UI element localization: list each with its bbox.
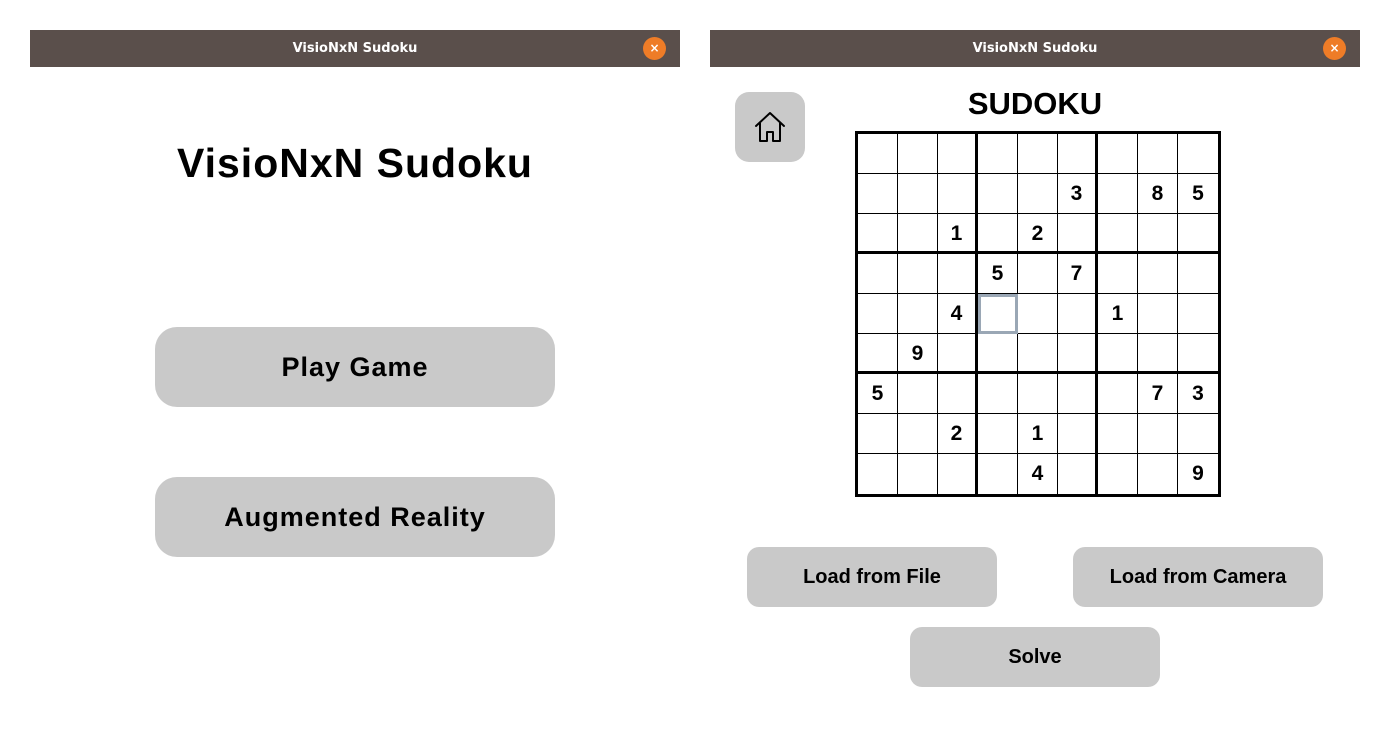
sudoku-cell[interactable] [978,294,1018,334]
sudoku-cell[interactable] [1098,214,1138,254]
sudoku-cell[interactable] [1018,254,1058,294]
sudoku-cell[interactable] [1058,454,1098,494]
window-titlebar[interactable]: VisioNxN Sudoku × [710,30,1360,67]
sudoku-cell[interactable] [858,414,898,454]
sudoku-cell[interactable]: 5 [1178,174,1218,214]
sudoku-cell[interactable] [1178,334,1218,374]
sudoku-heading: SUDOKU [967,86,1103,121]
main-menu-window: VisioNxN Sudoku × VisioNxN Sudoku Play G… [30,30,680,747]
sudoku-cell[interactable] [858,294,898,334]
augmented-reality-button[interactable]: Augmented Reality [155,477,555,557]
sudoku-cell[interactable] [858,174,898,214]
load-from-file-button[interactable]: Load from File [747,547,997,607]
sudoku-cell[interactable] [938,134,978,174]
sudoku-cell[interactable]: 8 [1138,174,1178,214]
sudoku-cell[interactable] [898,414,938,454]
sudoku-cell[interactable] [978,374,1018,414]
sudoku-cell[interactable]: 2 [1018,214,1058,254]
sudoku-cell[interactable] [1138,334,1178,374]
sudoku-window: VisioNxN Sudoku × SUDOKU 385125741957321… [710,30,1360,747]
sudoku-cell[interactable]: 3 [1178,374,1218,414]
sudoku-cell[interactable]: 2 [938,414,978,454]
sudoku-cell[interactable] [1098,174,1138,214]
sudoku-cell[interactable] [858,254,898,294]
app-title: VisioNxN Sudoku [177,140,533,186]
sudoku-cell[interactable] [1178,254,1218,294]
sudoku-cell[interactable] [1138,454,1178,494]
sudoku-cell[interactable] [1098,454,1138,494]
sudoku-cell[interactable]: 5 [858,374,898,414]
sudoku-cell[interactable] [1018,294,1058,334]
sudoku-cell[interactable] [978,414,1018,454]
sudoku-cell[interactable] [898,254,938,294]
sudoku-cell[interactable] [1178,214,1218,254]
sudoku-grid: 38512574195732149 [855,131,1221,497]
sudoku-cell[interactable]: 7 [1058,254,1098,294]
sudoku-cell[interactable] [938,454,978,494]
sudoku-cell[interactable] [978,454,1018,494]
sudoku-cell[interactable] [1098,374,1138,414]
sudoku-cell[interactable] [858,214,898,254]
sudoku-cell[interactable] [1138,134,1178,174]
sudoku-cell[interactable] [978,134,1018,174]
window-title: VisioNxN Sudoku [292,41,418,56]
solve-button[interactable]: Solve [910,627,1160,687]
sudoku-cell[interactable] [898,454,938,494]
sudoku-cell[interactable] [1098,254,1138,294]
sudoku-cell[interactable] [858,454,898,494]
sudoku-cell[interactable] [1058,414,1098,454]
sudoku-cell[interactable] [1138,254,1178,294]
sudoku-cell[interactable]: 4 [1018,454,1058,494]
sudoku-cell[interactable]: 9 [898,334,938,374]
sudoku-cell[interactable] [1178,294,1218,334]
sudoku-cell[interactable]: 1 [938,214,978,254]
sudoku-cell[interactable] [858,134,898,174]
sudoku-cell[interactable] [978,174,1018,214]
sudoku-cell[interactable] [1058,294,1098,334]
sudoku-cell[interactable] [978,334,1018,374]
sudoku-cell[interactable] [1058,134,1098,174]
sudoku-cell[interactable] [1018,334,1058,374]
sudoku-cell[interactable] [938,374,978,414]
sudoku-cell[interactable] [1178,134,1218,174]
sudoku-cell[interactable] [1058,374,1098,414]
sudoku-cell[interactable]: 5 [978,254,1018,294]
sudoku-cell[interactable] [1058,334,1098,374]
sudoku-cell[interactable] [1098,334,1138,374]
window-title: VisioNxN Sudoku [972,41,1098,56]
sudoku-cell[interactable] [898,374,938,414]
sudoku-cell[interactable]: 9 [1178,454,1218,494]
window-titlebar[interactable]: VisioNxN Sudoku × [30,30,680,67]
sudoku-cell[interactable] [938,174,978,214]
sudoku-cell[interactable] [1018,134,1058,174]
sudoku-cell[interactable] [898,174,938,214]
sudoku-cell[interactable]: 4 [938,294,978,334]
sudoku-cell[interactable] [1018,374,1058,414]
sudoku-cell[interactable]: 1 [1018,414,1058,454]
play-game-button[interactable]: Play Game [155,327,555,407]
sudoku-cell[interactable]: 3 [1058,174,1098,214]
sudoku-cell[interactable] [1018,174,1058,214]
sudoku-cell[interactable] [898,134,938,174]
close-icon[interactable]: × [643,37,666,60]
sudoku-cell[interactable] [938,334,978,374]
sudoku-cell[interactable] [1098,414,1138,454]
sudoku-cell[interactable] [1098,134,1138,174]
sudoku-cell[interactable] [858,334,898,374]
sudoku-cell[interactable] [938,254,978,294]
sudoku-cell[interactable] [1138,214,1178,254]
sudoku-cell[interactable] [898,294,938,334]
sudoku-cell[interactable]: 7 [1138,374,1178,414]
sudoku-cell[interactable] [1178,414,1218,454]
close-icon[interactable]: × [1323,37,1346,60]
sudoku-cell[interactable] [1138,414,1178,454]
sudoku-cell[interactable] [1138,294,1178,334]
sudoku-cell[interactable]: 1 [1098,294,1138,334]
sudoku-cell[interactable] [898,214,938,254]
load-from-camera-button[interactable]: Load from Camera [1073,547,1323,607]
sudoku-cell[interactable] [978,214,1018,254]
sudoku-cell[interactable] [1058,214,1098,254]
